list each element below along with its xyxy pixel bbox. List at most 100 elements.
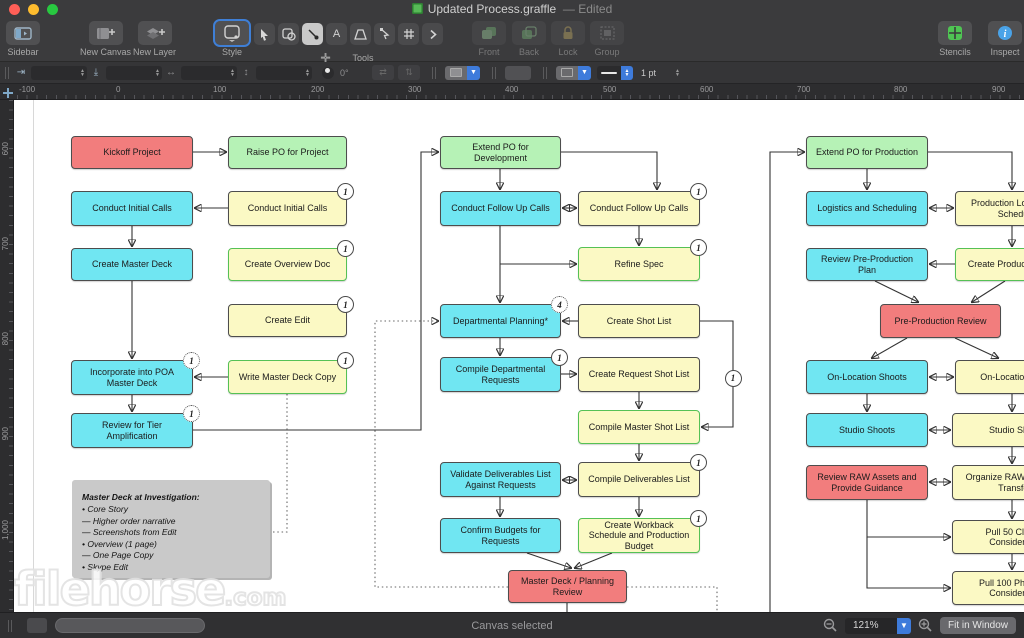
create-workback-schedule[interactable]: Create Workback Schedule and Production … — [578, 510, 707, 553]
point-editing-tool[interactable] — [374, 23, 395, 45]
grip-handle[interactable] — [432, 66, 436, 79]
compile-departmental-requests[interactable]: Compile Departmental Requests 1 — [440, 349, 568, 392]
create-master-deck[interactable]: Create Master Deck — [71, 248, 193, 281]
sidebar-toggle[interactable]: Sidebar — [6, 21, 40, 57]
inspect-button[interactable]: i Inspect — [988, 21, 1022, 57]
compile-master-shot-list[interactable]: Compile Master Shot List — [578, 410, 700, 444]
connector-line[interactable] — [769, 152, 804, 612]
selection-tool[interactable] — [254, 23, 275, 45]
stroke-width-stepper[interactable]: ▲ ▼ — [675, 68, 680, 77]
rotation-knob[interactable] — [322, 66, 334, 79]
count-badge[interactable]: 1 — [690, 239, 707, 256]
flip-vertical-button[interactable]: ⇅ — [398, 65, 420, 80]
studio-shoots[interactable]: Studio Shoots — [806, 413, 928, 447]
pull-50-clips[interactable]: Pull 50 Clips for Consideration — [952, 520, 1024, 554]
count-badge[interactable]: 1 — [183, 352, 200, 369]
shape-library-tool[interactable] — [350, 23, 371, 45]
confirm-budgets-for-requests[interactable]: Confirm Budgets for Requests — [440, 518, 561, 553]
count-badge[interactable]: 1 — [551, 349, 568, 366]
zoom-in-icon[interactable] — [918, 618, 933, 633]
conduct-initial-calls-review[interactable]: Conduct Initial Calls 1 — [228, 183, 354, 226]
x-position-field[interactable]: ▲ ▼ — [31, 65, 87, 80]
connector-line[interactable] — [627, 586, 718, 611]
raise-po-for-project[interactable]: Raise PO for Project — [228, 136, 347, 169]
diagramming-tool[interactable] — [398, 23, 419, 45]
height-field[interactable]: ▲ ▼ — [256, 65, 312, 80]
y-stepper[interactable]: ▲ ▼ — [155, 68, 160, 77]
stroke-style-well[interactable] — [597, 65, 621, 80]
text-tool[interactable]: A — [326, 23, 347, 45]
conduct-initial-calls[interactable]: Conduct Initial Calls — [71, 191, 193, 226]
connector-line[interactable] — [928, 151, 1012, 189]
production-logistics-scheduling[interactable]: Production Logistics and Scheduling — [955, 191, 1024, 226]
lock-button[interactable]: Lock — [551, 21, 585, 57]
connector-line[interactable] — [866, 500, 950, 537]
create-request-shot-list[interactable]: Create Request Shot List — [578, 357, 700, 392]
extend-po-for-production[interactable]: Extend PO for Production — [806, 136, 928, 169]
conduct-follow-up-calls-review[interactable]: Conduct Follow Up Calls 1 — [578, 183, 707, 226]
bring-front-button[interactable]: Front — [472, 21, 506, 57]
connector-line[interactable] — [874, 280, 918, 302]
on-location-shoots-review[interactable]: On-Location Shoots — [955, 360, 1024, 394]
width-field[interactable]: ▲ ▼ — [181, 65, 237, 80]
count-badge[interactable]: 1 — [337, 352, 354, 369]
count-badge[interactable]: 1 — [337, 296, 354, 313]
review-raw-assets[interactable]: Review RAW Assets and Provide Guidance — [806, 465, 928, 500]
fill-color-well[interactable] — [445, 65, 467, 80]
count-badge[interactable]: 1 — [724, 369, 742, 387]
write-master-deck-copy[interactable]: Write Master Deck Copy 1 — [228, 352, 354, 394]
review-for-tier-amplification[interactable]: Review for Tier Amplification 1 — [71, 405, 200, 448]
pre-production-review[interactable]: Pre-Production Review — [880, 304, 1001, 338]
shape-tool[interactable] — [278, 23, 299, 45]
stencils-button[interactable]: Stencils — [938, 21, 972, 57]
count-badge[interactable]: 1 — [183, 405, 200, 422]
kickoff-project[interactable]: Kickoff Project — [71, 136, 193, 169]
fill-dropdown-chevron[interactable]: ▼ — [467, 65, 480, 80]
connector-line[interactable] — [561, 151, 657, 189]
grip-handle[interactable] — [5, 66, 9, 79]
line-tool[interactable] — [302, 23, 323, 45]
validate-deliverables-list[interactable]: Validate Deliverables List Against Reque… — [440, 462, 561, 497]
grip-handle[interactable] — [492, 66, 496, 79]
studio-shoots-review[interactable]: Studio Shoots — [952, 413, 1024, 447]
connector-line[interactable] — [872, 337, 908, 358]
create-overview-doc[interactable]: Create Overview Doc 1 — [228, 240, 354, 281]
grip-handle[interactable] — [543, 66, 547, 79]
incorporate-into-poa-master-deck[interactable]: Incorporate into POA Master Deck 1 — [71, 352, 200, 395]
more-tools-button[interactable] — [422, 23, 443, 45]
style-tool[interactable]: Style — [213, 19, 251, 57]
width-stepper[interactable]: ▲ ▼ — [230, 68, 235, 77]
refine-spec[interactable]: Refine Spec 1 — [578, 239, 707, 281]
height-stepper[interactable]: ▲ ▼ — [305, 68, 310, 77]
count-badge[interactable]: 1 — [690, 510, 707, 527]
x-stepper[interactable]: ▲ ▼ — [80, 68, 85, 77]
stroke-dropdown-chevron[interactable]: ▼ — [578, 65, 591, 80]
review-pre-production-plan[interactable]: Review Pre-Production Plan — [806, 248, 928, 281]
rotation-field[interactable]: 0° — [334, 66, 368, 80]
stroke-style-stepper[interactable]: ▲ ▼ — [621, 65, 633, 80]
group-button[interactable]: Group — [590, 21, 624, 57]
count-badge[interactable]: 4 — [551, 296, 568, 313]
organize-raw-order-transfers[interactable]: Organize RAW and Order Transfers — [952, 465, 1024, 500]
count-badge[interactable]: 1 — [690, 454, 707, 471]
count-badge[interactable]: 1 — [690, 183, 707, 200]
zoom-level-field[interactable]: 121% — [844, 617, 897, 634]
departmental-planning[interactable]: Departmental Planning* 4 — [440, 296, 568, 338]
send-back-button[interactable]: Back — [512, 21, 546, 57]
connector-line[interactable] — [272, 394, 288, 533]
zoom-control[interactable]: 121% ▼ — [844, 617, 911, 634]
create-edit[interactable]: Create Edit 1 — [228, 296, 354, 337]
connector-line[interactable] — [866, 537, 950, 588]
count-badge[interactable]: 1 — [337, 183, 354, 200]
logistics-and-scheduling[interactable]: Logistics and Scheduling — [806, 191, 928, 226]
connector-line[interactable] — [954, 337, 998, 358]
extend-po-for-development[interactable]: Extend PO for Development — [440, 136, 561, 169]
fit-in-window-button[interactable]: Fit in Window — [939, 617, 1016, 634]
connector-line[interactable] — [575, 552, 613, 568]
zoom-dropdown-chevron[interactable]: ▼ — [896, 617, 911, 634]
image-well[interactable] — [505, 65, 531, 80]
zoom-out-icon[interactable] — [823, 618, 838, 633]
pull-100-photos[interactable]: Pull 100 Photos for Consideration — [952, 571, 1024, 605]
connector-line[interactable] — [526, 552, 571, 568]
flip-horizontal-button[interactable]: ⇄ — [372, 65, 394, 80]
